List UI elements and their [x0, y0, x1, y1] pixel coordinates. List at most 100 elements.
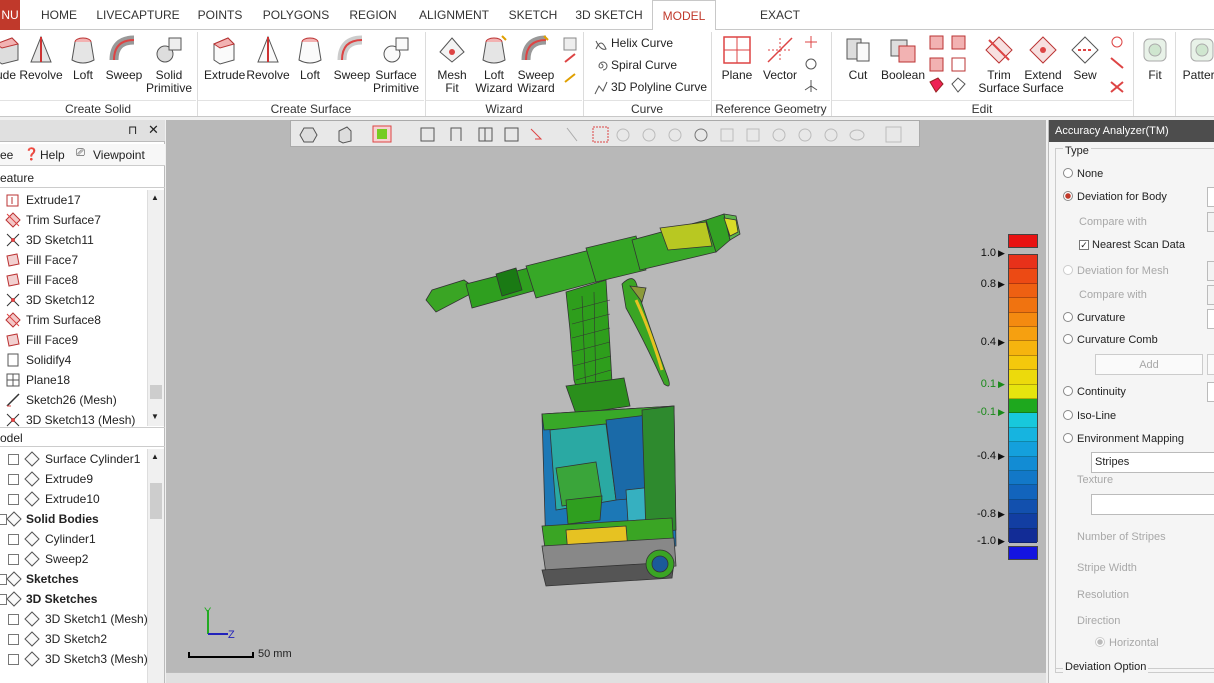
- visibility-checkbox[interactable]: [8, 654, 19, 665]
- revolve-solid-button[interactable]: Revolve: [18, 34, 64, 82]
- rivet-gun-model[interactable]: [406, 200, 906, 600]
- model-tree-item[interactable]: 3D Sketch2: [0, 629, 146, 649]
- extrude-solid-button[interactable]: ude: [0, 34, 20, 82]
- nearest-scan-checkbox[interactable]: ✓: [1079, 240, 1089, 250]
- spiral-curve-button[interactable]: Spiral Curve: [594, 57, 677, 73]
- trim-surface-button[interactable]: Trim Surface: [976, 34, 1022, 95]
- feature-tree-item[interactable]: 3D Sketch12: [0, 290, 146, 310]
- feature-tree-item[interactable]: Trim Surface7: [0, 210, 146, 230]
- feature-tree-scrollbar[interactable]: ▲ ▼: [147, 190, 164, 426]
- tab-exact-surfacing[interactable]: EXACT SURFACING: [724, 0, 836, 52]
- tab-points[interactable]: POINTS: [190, 0, 250, 30]
- option-curvature-comb[interactable]: Curvature Comb: [1063, 333, 1158, 347]
- loft-surface-button[interactable]: Loft: [292, 34, 328, 82]
- view-toolbar-icons[interactable]: [291, 121, 921, 148]
- pin-icon[interactable]: ⊓: [128, 123, 137, 137]
- model-tree-scrollbar[interactable]: ▲: [147, 449, 164, 683]
- mesh-fit-button[interactable]: Mesh Fit: [432, 34, 472, 95]
- tab-livecapture[interactable]: LIVECAPTURE: [94, 0, 182, 30]
- model-tree-item[interactable]: Cylinder1: [0, 529, 146, 549]
- feature-tree-item[interactable]: 3D Sketch11: [0, 230, 146, 250]
- legend-marker-icon[interactable]: ▶: [998, 451, 1005, 462]
- texture-field[interactable]: [1091, 494, 1214, 515]
- tab-tree[interactable]: ee: [0, 148, 13, 162]
- cut-button[interactable]: Cut: [838, 34, 878, 82]
- feature-tree-item[interactable]: Plane18: [0, 370, 146, 390]
- legend-marker-icon[interactable]: ▶: [998, 379, 1005, 390]
- continuity-field[interactable]: [1207, 382, 1214, 402]
- deviation-body-field[interactable]: [1207, 187, 1214, 207]
- feature-tree-item[interactable]: Extrude17: [0, 190, 146, 210]
- legend-marker-icon[interactable]: ▶: [998, 337, 1005, 348]
- tab-3d-sketch[interactable]: 3D SKETCH: [572, 0, 646, 30]
- boolean-button[interactable]: Boolean: [880, 34, 926, 82]
- sew-button[interactable]: Sew: [1066, 34, 1104, 82]
- surface-primitive-button[interactable]: Surface Primitive: [372, 34, 420, 95]
- model-tree-item[interactable]: 3D Sketch3 (Mesh): [0, 649, 148, 669]
- visibility-checkbox[interactable]: [8, 474, 19, 485]
- tab-viewpoint[interactable]: Viewpoint: [93, 148, 145, 162]
- tab-menu[interactable]: NU: [0, 0, 20, 30]
- remove-button[interactable]: [1207, 354, 1214, 375]
- compare-with-field[interactable]: [1207, 212, 1214, 232]
- option-deviation-for-mesh[interactable]: Deviation for Mesh: [1063, 264, 1169, 278]
- model-tree-group[interactable]: Sketches: [0, 569, 146, 589]
- model-tree-item[interactable]: Extrude9: [0, 469, 146, 489]
- model-tree-group[interactable]: Solid Bodies: [0, 509, 146, 529]
- visibility-checkbox[interactable]: [8, 534, 19, 545]
- extend-surface-button[interactable]: Extend Surface: [1020, 34, 1066, 95]
- helix-curve-button[interactable]: Helix Curve: [594, 35, 673, 51]
- tab-region[interactable]: REGION: [342, 0, 404, 30]
- plane-button[interactable]: Plane: [718, 34, 756, 82]
- tab-polygons[interactable]: POLYGONS: [258, 0, 334, 30]
- tab-help[interactable]: Help: [40, 148, 65, 162]
- close-icon[interactable]: ✕: [148, 122, 159, 138]
- legend-marker-icon[interactable]: ▶: [998, 407, 1005, 418]
- feature-tree-item[interactable]: Fill Face7: [0, 250, 146, 270]
- revolve-surface-button[interactable]: Revolve: [246, 34, 290, 82]
- tab-sketch[interactable]: SKETCH: [504, 0, 562, 30]
- feature-tree-item[interactable]: Trim Surface8: [0, 310, 146, 330]
- pattern-button[interactable]: Pattern: [1178, 34, 1214, 82]
- visibility-checkbox[interactable]: [8, 554, 19, 565]
- option-curvature[interactable]: Curvature: [1063, 311, 1125, 325]
- legend-marker-icon[interactable]: ▶: [998, 536, 1005, 547]
- visibility-checkbox[interactable]: [8, 494, 19, 505]
- loft-solid-button[interactable]: Loft: [66, 34, 100, 82]
- add-button[interactable]: Add: [1095, 354, 1203, 375]
- feature-tree-item[interactable]: Sketch26 (Mesh): [0, 390, 146, 410]
- extrude-surface-button[interactable]: Extrude: [204, 34, 245, 82]
- tab-model[interactable]: MODEL: [652, 0, 716, 31]
- model-tree-item[interactable]: Surface Cylinder1: [0, 449, 146, 469]
- model-tree-item[interactable]: 3D Sketch1 (Mesh): [0, 609, 148, 629]
- sweep-solid-button[interactable]: Sweep: [104, 34, 144, 82]
- tab-home[interactable]: HOME: [30, 0, 88, 30]
- feature-tree-item[interactable]: Fill Face9: [0, 330, 146, 350]
- sweep-wizard-button[interactable]: Sweep Wizard: [514, 34, 558, 95]
- feature-tree-item[interactable]: Fill Face8: [0, 270, 146, 290]
- option-iso-line[interactable]: Iso-Line: [1063, 409, 1116, 423]
- sweep-surface-button[interactable]: Sweep: [332, 34, 372, 82]
- stripes-select[interactable]: Stripes: [1091, 452, 1214, 473]
- option-continuity[interactable]: Continuity: [1063, 385, 1126, 399]
- solid-primitive-button[interactable]: Solid Primitive: [146, 34, 192, 95]
- tab-alignment[interactable]: ALIGNMENT: [414, 0, 494, 30]
- option-deviation-for-body[interactable]: Deviation for Body: [1063, 190, 1167, 204]
- loft-wizard-button[interactable]: Loft Wizard: [474, 34, 514, 95]
- deviation-mesh-field[interactable]: [1207, 261, 1214, 281]
- option-environment-mapping[interactable]: Environment Mapping: [1063, 432, 1184, 446]
- compare-with-mesh-field[interactable]: [1207, 285, 1214, 305]
- fit-button[interactable]: Fit: [1138, 34, 1172, 82]
- 3d-polyline-curve-button[interactable]: 3D Polyline Curve: [594, 79, 707, 95]
- legend-marker-icon[interactable]: ▶: [998, 509, 1005, 520]
- option-horizontal[interactable]: Horizontal: [1095, 636, 1159, 650]
- model-tree-item[interactable]: Sweep2: [0, 549, 146, 569]
- visibility-checkbox[interactable]: [8, 614, 19, 625]
- visibility-checkbox[interactable]: [8, 454, 19, 465]
- legend-marker-icon[interactable]: ▶: [998, 248, 1005, 259]
- option-none[interactable]: None: [1063, 167, 1103, 181]
- model-tree-group[interactable]: 3D Sketches: [0, 589, 146, 609]
- feature-tree-item[interactable]: Solidify4: [0, 350, 146, 370]
- legend-marker-icon[interactable]: ▶: [998, 279, 1005, 290]
- curvature-field[interactable]: [1207, 309, 1214, 329]
